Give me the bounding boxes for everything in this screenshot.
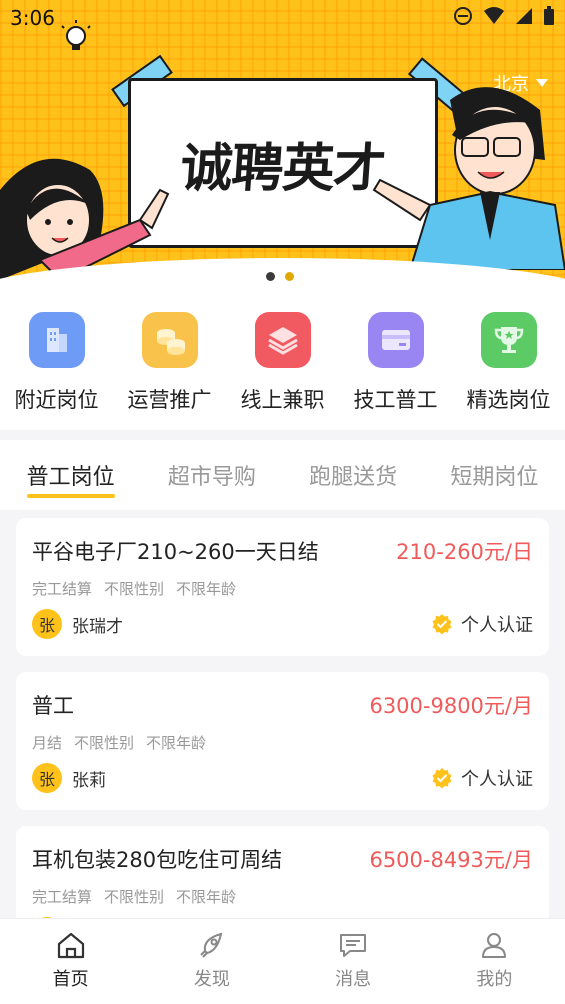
category-nearby[interactable]: 附近岗位	[0, 296, 113, 430]
tab-delivery[interactable]: 跑腿送货	[283, 440, 424, 510]
tab-supermarket-guide[interactable]: 超市导购	[141, 440, 282, 510]
job-tag: 完工结算	[32, 888, 93, 906]
nav-messages[interactable]: 消息	[283, 919, 424, 1004]
category-featured[interactable]: 精选岗位	[452, 296, 565, 430]
dnd-icon	[454, 7, 472, 25]
lightbulb-icon	[61, 20, 91, 50]
poster-name: 张莉	[72, 770, 106, 791]
category-skilled[interactable]: 技工普工	[339, 296, 452, 430]
job-tags: 完工结算 不限性别 不限年龄	[32, 578, 533, 599]
nav-label: 消息	[335, 969, 372, 990]
status-time: 3:06	[10, 6, 55, 30]
trophy-icon	[480, 312, 537, 368]
job-title: 平谷电子厂210~260一天日结	[32, 540, 319, 564]
job-tag: 不限性别	[74, 734, 135, 752]
avatar: 张	[32, 609, 62, 639]
category-label: 精选岗位	[466, 388, 551, 412]
coins-icon	[141, 312, 198, 368]
job-salary: 6500-8493元/月	[369, 848, 533, 872]
message-icon	[340, 934, 367, 957]
card-icon	[367, 312, 424, 368]
nav-label: 发现	[193, 969, 230, 990]
tab-general-worker[interactable]: 普工岗位	[0, 440, 141, 510]
banner-dot	[285, 272, 294, 281]
job-salary: 210-260元/日	[396, 540, 533, 564]
avatar: 张	[32, 763, 62, 793]
job-tabs: 普工岗位 超市导购 跑腿送货 短期岗位	[0, 440, 565, 510]
verified-icon	[432, 768, 452, 789]
poster: 张 张莉	[32, 763, 106, 793]
category-label: 附近岗位	[14, 388, 99, 412]
job-card[interactable]: 普工 6300-9800元/月 月结 不限性别 不限年龄 张 张莉 个人认证	[16, 672, 549, 810]
banner-title: 诚聘英才	[178, 138, 387, 199]
poster-name: 张瑞才	[72, 616, 123, 637]
banner-dot	[266, 272, 275, 281]
user-icon	[482, 933, 507, 958]
verification-label: 个人认证	[461, 769, 533, 790]
job-list[interactable]: 平谷电子厂210~260一天日结 210-260元/日 完工结算 不限性别 不限…	[16, 518, 549, 918]
job-tags: 月结 不限性别 不限年龄	[32, 732, 533, 753]
verification-label: 个人认证	[461, 615, 533, 636]
signal-icon	[516, 8, 532, 24]
verified-icon	[432, 614, 452, 635]
wifi-icon	[484, 7, 504, 24]
verification-badge: 个人认证	[431, 765, 533, 791]
job-tags: 完工结算 不限性别 不限年龄	[32, 886, 533, 907]
job-title: 耳机包装280包吃住可周结	[32, 848, 283, 872]
nav-label: 我的	[476, 969, 513, 990]
category-label: 运营推广	[127, 388, 212, 412]
home-icon	[57, 932, 84, 959]
building-icon	[28, 312, 85, 368]
battery-icon	[544, 6, 554, 25]
job-tag: 不限年龄	[176, 888, 237, 906]
poster: 张 张瑞才	[32, 609, 123, 639]
job-salary: 6300-9800元/月	[369, 694, 533, 718]
verification-badge: 个人认证	[431, 611, 533, 637]
status-icons	[453, 6, 555, 26]
banner[interactable]: 3:06 北京 诚聘英才	[0, 0, 565, 296]
category-label: 线上兼职	[240, 388, 325, 412]
nav-profile[interactable]: 我的	[424, 919, 565, 1004]
job-tag: 不限性别	[104, 580, 165, 598]
category-online[interactable]: 线上兼职	[226, 296, 339, 430]
category-label: 技工普工	[353, 388, 438, 412]
category-promotion[interactable]: 运营推广	[113, 296, 226, 430]
job-tag: 不限年龄	[146, 734, 207, 752]
job-tag: 月结	[32, 734, 63, 752]
nav-discover[interactable]: 发现	[141, 919, 282, 1004]
job-tag: 完工结算	[32, 580, 93, 598]
job-card[interactable]: 平谷电子厂210~260一天日结 210-260元/日 完工结算 不限性别 不限…	[16, 518, 549, 656]
job-tag: 不限性别	[104, 888, 165, 906]
tab-short-term[interactable]: 短期岗位	[424, 440, 565, 510]
bottom-nav: 首页 发现 消息 我的	[0, 918, 565, 1004]
nav-home[interactable]: 首页	[0, 919, 141, 1004]
job-title: 普工	[32, 694, 74, 718]
job-card[interactable]: 耳机包装280包吃住可周结 6500-8493元/月 完工结算 不限性别 不限年…	[16, 826, 549, 918]
layers-icon	[254, 312, 311, 368]
rocket-icon	[200, 932, 223, 958]
banner-indicator	[266, 272, 294, 281]
job-tag: 不限年龄	[176, 580, 237, 598]
category-grid: 附近岗位 运营推广 线上兼职 技工普工 精选岗位	[0, 296, 565, 430]
nav-label: 首页	[52, 969, 89, 990]
boy-illustration	[372, 87, 565, 270]
